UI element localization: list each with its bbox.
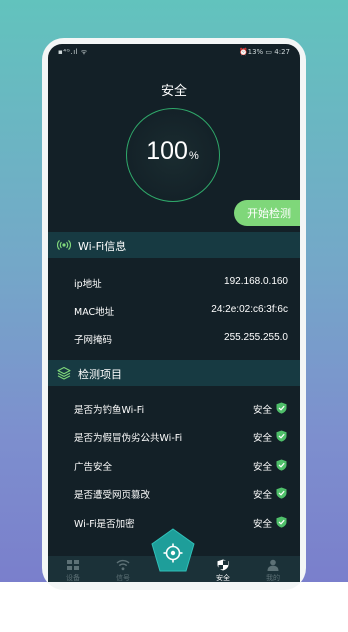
tab-signal[interactable]: 信号 <box>98 556 148 582</box>
tab-profile[interactable]: 我的 <box>248 556 298 582</box>
wifi-info-row: MAC地址 24:2e:02:c6:3f:6c <box>48 298 300 322</box>
check-item-label: 广告安全 <box>74 462 113 473</box>
score-unit: % <box>188 150 199 162</box>
tab-label: 设备 <box>66 574 80 582</box>
check-shield-icon <box>276 459 287 471</box>
status-battery-time: ⏰13% ▭ 4:27 <box>238 48 290 56</box>
check-item-row: 是否遭受网页篡改 安全 <box>48 481 300 505</box>
check-shield-icon <box>276 516 287 528</box>
check-item-row: 是否为钓鱼Wi-Fi 安全 <box>48 396 300 420</box>
shield-icon <box>217 559 229 571</box>
mac-value: 24:2e:02:c6:3f:6c <box>211 304 288 315</box>
wifi-icon <box>116 559 130 571</box>
check-item-status: 安全 <box>252 405 272 416</box>
check-items-header: 检测项目 <box>48 360 300 386</box>
tab-label: 信号 <box>116 574 130 582</box>
wifi-info-title: Wi-Fi信息 <box>78 240 127 253</box>
check-shield-icon <box>276 430 287 442</box>
wifi-info-header: Wi-Fi信息 <box>48 232 300 258</box>
check-shield-icon <box>276 402 287 414</box>
person-icon <box>267 559 279 571</box>
check-item-label: 是否为假冒伪劣公共Wi-Fi <box>74 433 183 444</box>
wifi-info-row: ip地址 192.168.0.160 <box>48 270 300 294</box>
check-items-title: 检测项目 <box>78 368 122 381</box>
check-item-status: 安全 <box>252 490 272 501</box>
check-shield-icon <box>276 487 287 499</box>
security-score: 100% <box>127 137 218 166</box>
ip-label: ip地址 <box>74 279 102 290</box>
tab-security[interactable]: 安全 <box>198 556 248 582</box>
security-score-ring: 100% <box>126 108 220 202</box>
scan-button[interactable] <box>150 528 196 574</box>
score-value: 100 <box>146 137 188 165</box>
app-screen: ▪⁴ᴳ.ıl ᯤ ⏰13% ▭ 4:27 安全 100% 开始检测 Wi-Fi信… <box>48 44 300 582</box>
wifi-signal-icon <box>57 239 71 251</box>
wifi-info-row: 子网掩码 255.255.255.0 <box>48 326 300 350</box>
status-bar: ▪⁴ᴳ.ıl ᯤ ⏰13% ▭ 4:27 <box>48 44 300 62</box>
ip-value: 192.168.0.160 <box>224 276 288 287</box>
check-item-label: Wi-Fi是否加密 <box>74 519 135 530</box>
check-item-status: 安全 <box>252 433 272 444</box>
tab-label: 我的 <box>266 574 280 582</box>
layers-icon <box>57 366 71 380</box>
check-item-row: 广告安全 安全 <box>48 453 300 477</box>
subnet-value: 255.255.255.0 <box>224 332 288 343</box>
status-signal: ▪⁴ᴳ.ıl ᯤ <box>58 48 88 56</box>
check-item-label: 是否为钓鱼Wi-Fi <box>74 405 145 416</box>
start-scan-button[interactable]: 开始检测 <box>234 200 300 226</box>
grid-icon <box>67 560 79 570</box>
check-item-label: 是否遭受网页篡改 <box>74 490 151 501</box>
mac-label: MAC地址 <box>74 307 115 318</box>
tab-label: 安全 <box>216 574 230 582</box>
check-item-row: 是否为假冒伪劣公共Wi-Fi 安全 <box>48 424 300 448</box>
subnet-label: 子网掩码 <box>74 335 113 346</box>
tab-devices[interactable]: 设备 <box>48 556 98 582</box>
check-item-status: 安全 <box>252 462 272 473</box>
page-title: 安全 <box>160 84 187 99</box>
check-item-status: 安全 <box>252 519 272 530</box>
